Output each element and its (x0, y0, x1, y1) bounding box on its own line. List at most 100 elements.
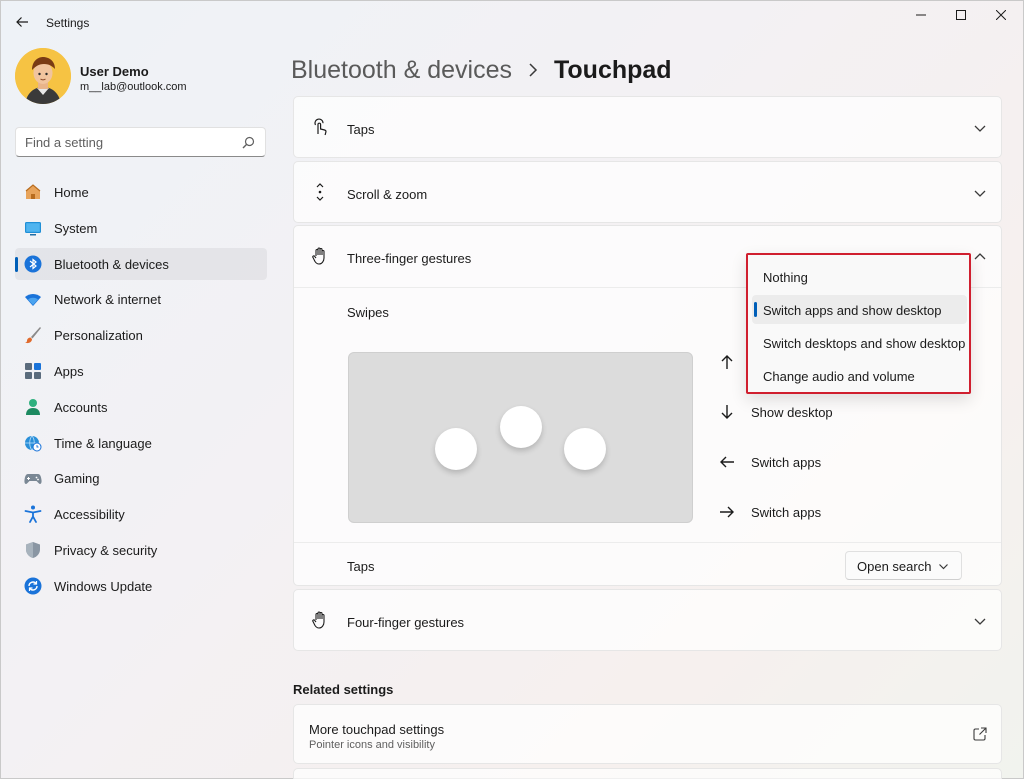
sidebar-item-privacy-security[interactable]: Privacy & security (15, 534, 267, 566)
open-external-icon (973, 727, 987, 741)
taps-label: Taps (347, 122, 375, 137)
sidebar-item-label: Time & language (54, 435, 152, 451)
close-icon (996, 10, 1006, 20)
chevron-up-icon[interactable] (973, 250, 987, 264)
four-finger-label: Four-finger gestures (347, 615, 465, 630)
back-button[interactable] (12, 12, 32, 32)
user-name: User Demo (80, 64, 149, 79)
sidebar-item-apps[interactable]: Apps (15, 355, 267, 387)
arrow-up-icon (721, 355, 733, 369)
sidebar-item-network[interactable]: Network & internet (15, 283, 267, 315)
chevron-down-icon[interactable] (973, 186, 987, 200)
menu-item-label: Switch desktops and show desktop (763, 336, 966, 351)
finger-dot (564, 428, 606, 470)
menu-item-switch-apps-show-desktop[interactable]: Switch apps and show desktop (752, 295, 967, 324)
accessibility-icon (24, 505, 42, 524)
app-title: Settings (46, 16, 90, 30)
finger-dot (435, 428, 477, 470)
gamepad-icon (24, 474, 42, 485)
menu-item-label: Nothing (763, 270, 808, 285)
more-touchpad-settings-link[interactable]: More touchpad settings Pointer icons and… (293, 704, 1002, 764)
sidebar-item-label: Network & internet (54, 292, 161, 308)
four-finger-section[interactable]: Four-finger gestures (293, 589, 1002, 651)
system-icon (25, 221, 41, 236)
menu-item-switch-desktops-show-desktop[interactable]: Switch desktops and show desktop (752, 328, 967, 357)
title-bar: Settings (0, 0, 1024, 44)
brush-icon (25, 327, 41, 344)
sidebar-item-label: Home (54, 185, 89, 200)
three-finger-label: Three-finger gestures (347, 251, 472, 266)
breadcrumb: Bluetooth & devices Touchpad (291, 53, 672, 87)
related-settings-title: Related settings (293, 682, 394, 697)
scroll-zoom-label: Scroll & zoom (347, 187, 428, 202)
update-icon (24, 577, 42, 595)
chevron-down-icon[interactable] (973, 614, 987, 628)
sidebar-item-accounts[interactable]: Accounts (15, 391, 267, 423)
taps-dropdown[interactable]: Open search (845, 551, 962, 580)
finger-dot (500, 406, 542, 448)
sidebar-item-home[interactable]: Home (15, 176, 267, 208)
sidebar-item-label: Accounts (54, 399, 108, 415)
sidebar-item-label: Accessibility (54, 507, 125, 523)
related-item-title: More touchpad settings (309, 722, 445, 737)
search-input[interactable] (25, 134, 225, 151)
chevron-down-icon[interactable] (973, 121, 987, 135)
menu-item-change-audio-volume[interactable]: Change audio and volume (752, 361, 967, 390)
globe-clock-icon (25, 435, 42, 452)
accounts-icon (26, 398, 40, 415)
sidebar-item-label: Gaming (54, 471, 100, 487)
sidebar-item-gaming[interactable]: Gaming (15, 462, 267, 494)
arrow-down-icon (721, 405, 733, 419)
menu-item-nothing[interactable]: Nothing (752, 262, 967, 291)
swipe-right-value: Switch apps (751, 505, 822, 520)
wifi-icon (25, 294, 41, 307)
taps-section[interactable]: Taps (293, 96, 1002, 158)
related-item-partial[interactable] (293, 768, 1002, 779)
swipe-down-value: Show desktop (751, 405, 833, 420)
sidebar-item-time-language[interactable]: Time & language (15, 427, 267, 459)
close-button[interactable] (986, 6, 1016, 24)
maximize-icon (956, 10, 966, 20)
sidebar-item-label: Privacy & security (54, 542, 158, 558)
sidebar-item-label: System (54, 220, 98, 236)
sidebar-item-accessibility[interactable]: Accessibility (15, 498, 267, 530)
minimize-button[interactable] (906, 6, 936, 24)
swipe-up-options-menu: Nothing Switch apps and show desktop Swi… (746, 253, 971, 394)
arrow-right-icon (720, 506, 734, 518)
sidebar-item-label: Personalization (54, 328, 143, 344)
swipe-left-value: Switch apps (751, 455, 822, 470)
hand-gesture-icon (312, 247, 325, 265)
breadcrumb-parent[interactable]: Bluetooth & devices (291, 56, 512, 85)
sidebar-item-bluetooth[interactable]: Bluetooth & devices (15, 247, 267, 280)
page-title: Touchpad (553, 55, 672, 84)
search-box[interactable] (15, 127, 266, 157)
breadcrumb-separator (528, 63, 538, 77)
sidebar-nav: Home System Bluetooth & devices Network … (15, 176, 267, 606)
sidebar-item-label: Apps (54, 363, 84, 379)
menu-item-label: Switch apps and show desktop (763, 303, 942, 318)
user-profile[interactable]: User Demo m__lab@outlook.com (15, 48, 275, 108)
sidebar-item-system[interactable]: System (15, 212, 267, 244)
sidebar-item-personalization[interactable]: Personalization (15, 319, 267, 351)
touchpad-illustration (348, 352, 693, 523)
menu-item-label: Change audio and volume (763, 369, 915, 384)
sidebar-item-label: Bluetooth & devices (54, 256, 169, 272)
search-icon[interactable] (242, 136, 255, 149)
sidebar-item-label: Windows Update (54, 578, 153, 594)
user-email: m__lab@outlook.com (80, 81, 187, 93)
three-finger-taps-row: Taps Open search (294, 542, 1001, 587)
chevron-down-icon (939, 564, 948, 570)
maximize-button[interactable] (946, 6, 976, 24)
related-item-subtitle: Pointer icons and visibility (309, 739, 435, 751)
avatar (15, 48, 71, 104)
arrow-left-icon (16, 17, 28, 27)
hand-gesture-icon (312, 611, 325, 629)
scroll-zoom-section[interactable]: Scroll & zoom (293, 161, 1002, 223)
tap-gesture-icon (314, 118, 327, 136)
avatar-icon (15, 48, 71, 104)
taps-dropdown-value: Open search (857, 559, 932, 574)
chevron-right-icon (529, 63, 538, 77)
minimize-icon (916, 14, 926, 16)
home-icon (25, 184, 41, 199)
sidebar-item-windows-update[interactable]: Windows Update (15, 570, 267, 602)
